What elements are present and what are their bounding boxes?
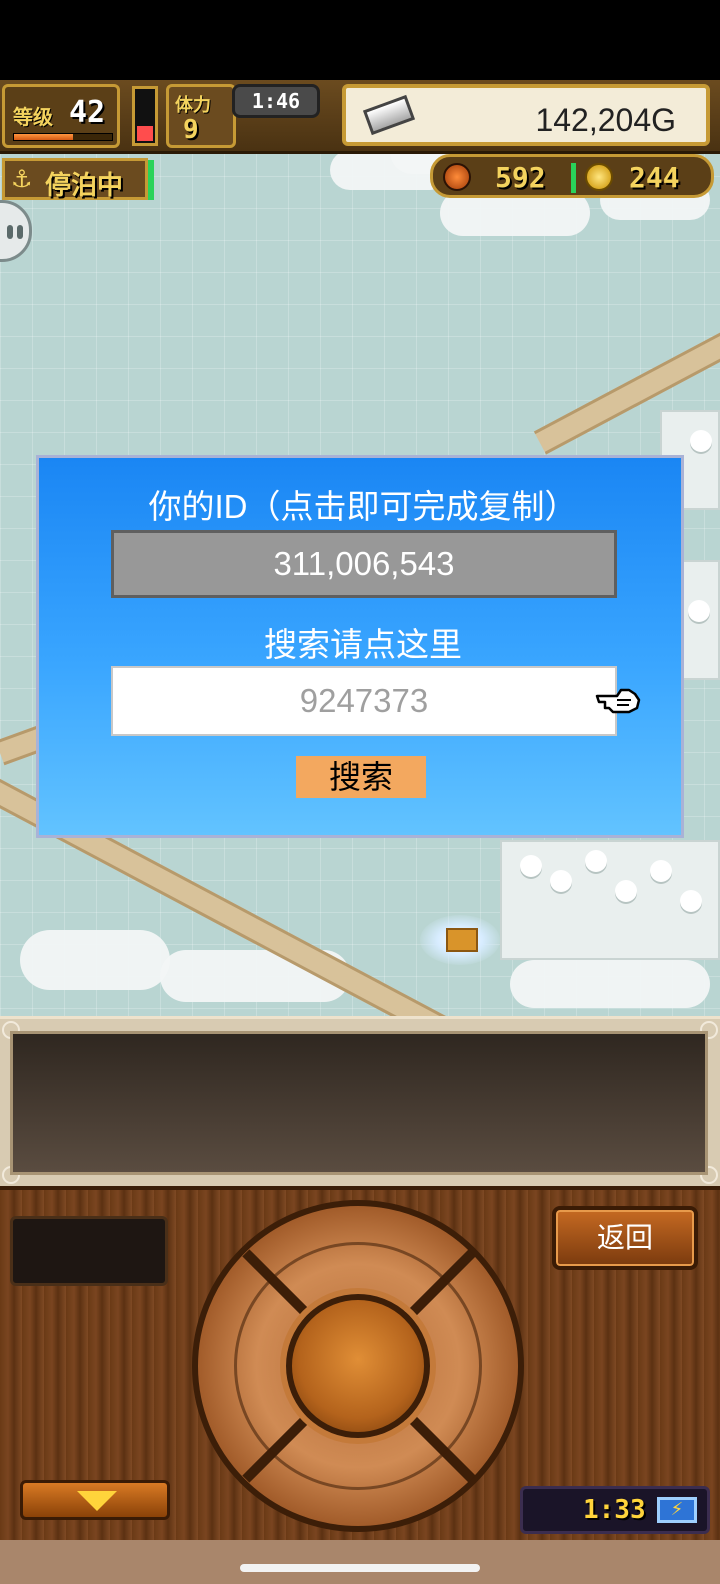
search-button[interactable]: 搜索 [296, 756, 426, 798]
stamina-panel: 体力 9 [166, 84, 236, 148]
gold-panel[interactable]: 142,204G [342, 84, 710, 146]
level-value: 42 [69, 95, 106, 130]
search-hint: 搜索请点这里 [264, 626, 462, 663]
stamina-gauge-fill [137, 126, 153, 141]
toggle-dot [17, 225, 23, 239]
stamina-timer: 1:46 [232, 84, 320, 118]
anchor-icon: ⚓ [11, 165, 33, 193]
tree [550, 870, 572, 892]
level-panel: 等级 42 [2, 84, 120, 148]
menu-toggle-button[interactable] [20, 1480, 170, 1520]
top-hud: 等级 42 体力 9 1:46 142,204G [0, 80, 720, 154]
cloud [510, 960, 710, 1008]
food-value: 592 [495, 161, 546, 194]
home-indicator[interactable] [240, 1564, 480, 1572]
experience-bar [13, 133, 113, 141]
stamina-label: 体力 [175, 95, 211, 116]
bottom-strip [0, 1540, 720, 1584]
coin-value: 244 [629, 161, 680, 194]
tree [520, 855, 542, 877]
control-console: 返回 1:33 ⚡ [0, 1186, 720, 1540]
directional-pad[interactable] [192, 1200, 524, 1532]
info-slot [10, 1216, 168, 1286]
game-clock-text: 1:33 [583, 1495, 646, 1525]
resource-divider [571, 163, 576, 193]
tree [688, 600, 710, 622]
dpad-center-button[interactable] [286, 1294, 430, 1438]
tree [680, 890, 702, 912]
mooring-indicator [148, 160, 154, 200]
player-id-copy-box[interactable]: 311,006,543 [111, 530, 617, 598]
game-clock: 1:33 ⚡ [520, 1486, 710, 1534]
coin-icon [585, 163, 613, 191]
player-ship[interactable] [446, 928, 478, 952]
cloud [20, 930, 170, 990]
tree [585, 850, 607, 872]
silver-ingot-icon [362, 94, 416, 136]
chevron-down-icon [77, 1491, 117, 1511]
mooring-status-badge: ⚓ 停泊中 [2, 158, 148, 201]
mooring-status-text: 停泊中 [45, 171, 124, 201]
tree [650, 860, 672, 882]
friend-id-dialog: 你的ID（点击即可完成复制） 311,006,543 搜索请点这里 搜索 [36, 455, 684, 838]
stamina-value: 9 [183, 115, 199, 145]
message-panel [0, 1016, 720, 1186]
search-id-input[interactable] [111, 666, 617, 736]
system-status-bar [0, 0, 720, 80]
resource-bar: 592 244 [430, 154, 714, 198]
gold-value: 142,204G [535, 102, 676, 138]
back-button[interactable]: 返回 [552, 1206, 698, 1270]
tree [690, 430, 712, 452]
hand-pointer-icon [595, 688, 641, 714]
toggle-dot [7, 225, 13, 239]
food-icon [443, 163, 471, 191]
dialog-title[interactable]: 你的ID（点击即可完成复制） [39, 480, 687, 528]
battery-charging-icon: ⚡ [657, 1497, 697, 1523]
message-box [10, 1031, 708, 1175]
tree [615, 880, 637, 902]
experience-bar-fill [14, 134, 73, 140]
stamina-gauge [132, 86, 158, 146]
level-label: 等级 [13, 105, 53, 129]
